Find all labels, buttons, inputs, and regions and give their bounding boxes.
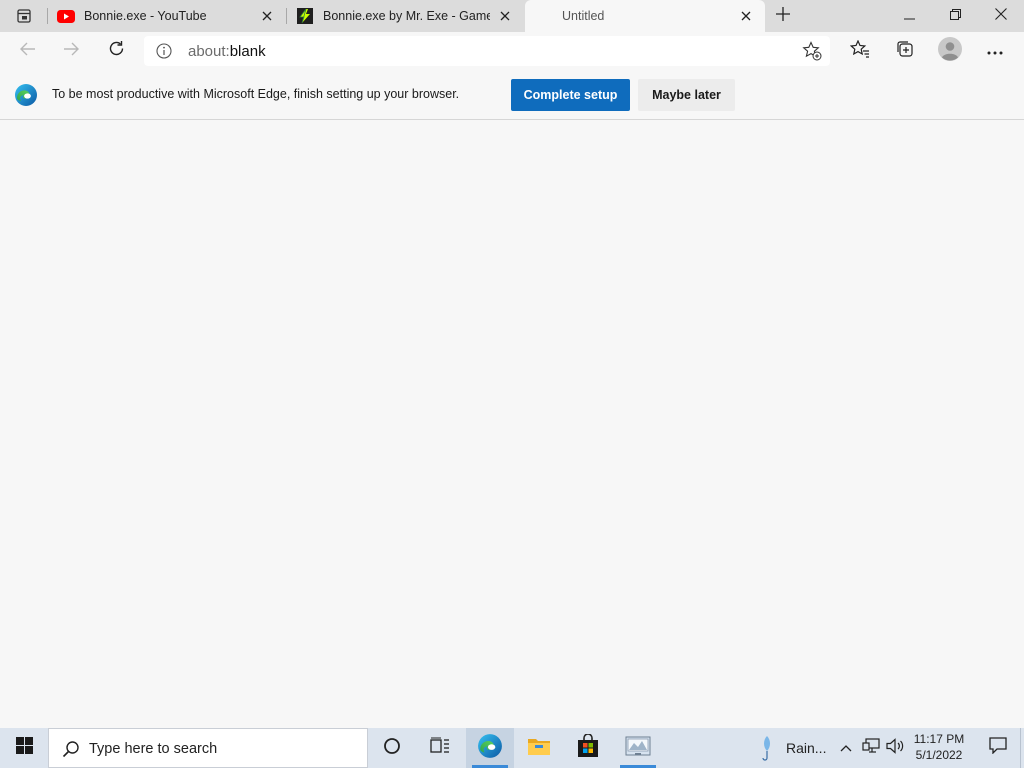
- close-icon: [995, 7, 1007, 25]
- store-icon: [576, 732, 600, 763]
- clock-time: 11:17 PM: [913, 732, 965, 746]
- task-view-button[interactable]: [416, 728, 464, 768]
- cortana-button[interactable]: [368, 728, 416, 768]
- plus-icon: [776, 6, 790, 26]
- setup-message: To be most productive with Microsoft Edg…: [52, 87, 460, 101]
- tab-gamejolt[interactable]: Bonnie.exe by Mr. Exe - Game Jolt: [287, 0, 524, 32]
- youtube-icon: [57, 7, 75, 25]
- close-tab-icon[interactable]: [256, 5, 278, 27]
- forward-arrow-icon: [63, 42, 79, 61]
- task-view-icon: [430, 737, 450, 760]
- umbrella-icon: [756, 735, 778, 761]
- tab-title: Bonnie.exe - YouTube: [84, 9, 207, 23]
- taskbar: Type here to search Rain... 11:17 PM 5/1…: [0, 728, 1024, 768]
- browser-toolbar: about:blank: [0, 32, 1024, 70]
- close-window-button[interactable]: [978, 0, 1024, 32]
- forward-button[interactable]: [55, 35, 87, 67]
- network-button[interactable]: [859, 728, 883, 768]
- action-center-button[interactable]: [978, 728, 1018, 768]
- complete-setup-button[interactable]: Complete setup: [511, 79, 630, 111]
- tab-actions-icon[interactable]: [10, 7, 38, 25]
- restore-button[interactable]: [932, 0, 978, 32]
- more-icon: [987, 42, 1003, 60]
- address-bar[interactable]: about:blank: [144, 36, 830, 66]
- start-button[interactable]: [0, 728, 48, 768]
- weather-label: Rain...: [786, 740, 827, 756]
- profile-button[interactable]: [934, 35, 966, 67]
- tab-youtube[interactable]: Bonnie.exe - YouTube: [48, 0, 286, 32]
- taskbar-photos-app[interactable]: [614, 728, 662, 768]
- info-icon[interactable]: [154, 41, 174, 61]
- search-icon: [61, 739, 81, 759]
- avatar: [938, 36, 962, 66]
- photos-app-icon: [625, 735, 651, 762]
- new-tab-button[interactable]: [770, 4, 796, 28]
- back-button[interactable]: [12, 35, 44, 67]
- clock-date: 5/1/2022: [915, 748, 963, 762]
- collections-icon: [896, 40, 914, 63]
- tab-title: Untitled: [562, 9, 605, 23]
- favorites-button[interactable]: [844, 35, 876, 67]
- file-explorer-icon: [527, 736, 551, 761]
- show-desktop-button[interactable]: [1020, 728, 1024, 768]
- maybe-later-button[interactable]: Maybe later: [638, 79, 735, 111]
- add-favorite-icon[interactable]: [800, 39, 824, 63]
- address-path: blank: [229, 43, 266, 60]
- refresh-button[interactable]: [100, 35, 132, 67]
- cortana-icon: [383, 737, 401, 760]
- close-tab-icon[interactable]: [494, 5, 516, 27]
- speaker-icon: [886, 737, 904, 759]
- taskbar-edge[interactable]: [466, 728, 514, 768]
- restore-icon: [949, 7, 961, 25]
- minimize-button[interactable]: [886, 0, 932, 32]
- edge-icon: [477, 733, 503, 764]
- page-content: [0, 121, 1024, 728]
- close-tab-icon[interactable]: [735, 5, 757, 27]
- tab-strip: Bonnie.exe - YouTube Bonnie.exe by Mr. E…: [0, 0, 1024, 32]
- taskbar-search-box[interactable]: Type here to search: [48, 728, 368, 768]
- collections-button[interactable]: [889, 35, 921, 67]
- chevron-up-icon: [840, 739, 852, 757]
- tab-title: Bonnie.exe by Mr. Exe - Game Jolt: [323, 9, 490, 23]
- back-arrow-icon: [20, 42, 36, 61]
- taskbar-store[interactable]: [564, 728, 612, 768]
- edge-logo-icon: [14, 83, 38, 107]
- tab-untitled[interactable]: Untitled: [525, 0, 765, 32]
- taskbar-clock[interactable]: 11:17 PM 5/1/2022: [904, 731, 974, 765]
- network-icon: [862, 737, 880, 759]
- setup-infobar: To be most productive with Microsoft Edg…: [0, 70, 1024, 120]
- refresh-icon: [108, 40, 125, 62]
- weather-widget[interactable]: Rain...: [756, 728, 830, 768]
- search-placeholder: Type here to search: [89, 741, 218, 757]
- show-hidden-icons-button[interactable]: [834, 728, 858, 768]
- windows-logo-icon: [15, 737, 33, 759]
- taskbar-file-explorer[interactable]: [515, 728, 563, 768]
- favorites-icon: [849, 39, 870, 63]
- minimize-icon: [903, 7, 915, 25]
- settings-menu-button[interactable]: [979, 35, 1011, 67]
- gamejolt-icon: [296, 7, 314, 25]
- address-text[interactable]: about:blank: [188, 43, 266, 60]
- address-scheme: about:: [188, 43, 230, 60]
- notification-icon: [989, 737, 1007, 759]
